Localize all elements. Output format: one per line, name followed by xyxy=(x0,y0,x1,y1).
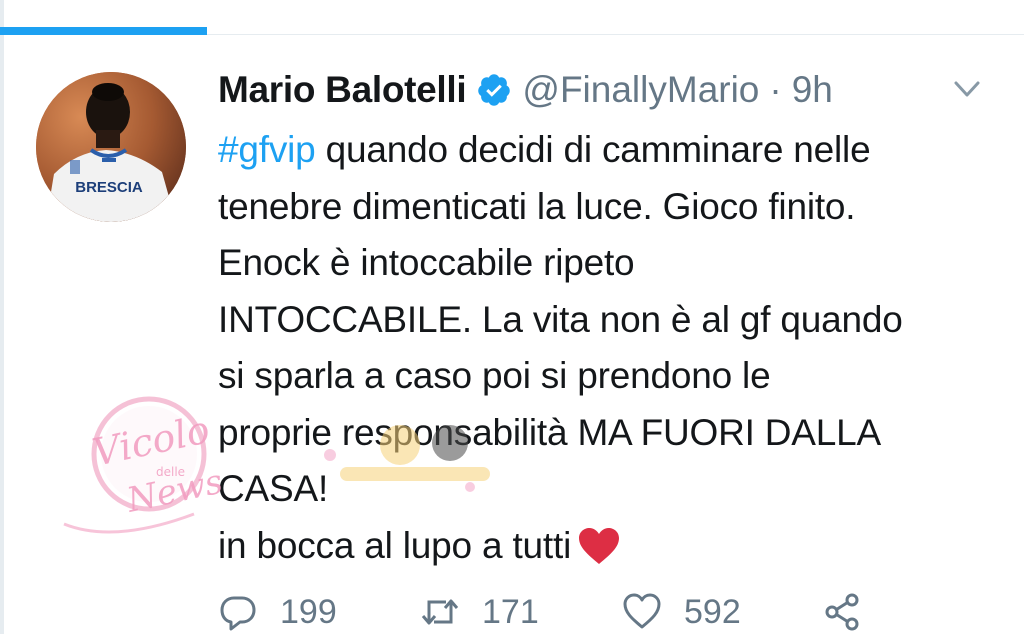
retweet-count: 171 xyxy=(482,592,539,631)
tweet-line: tenebre dimenticati la luce. Gioco finit… xyxy=(218,185,856,227)
tweet-text: #gfvip quando decidi di camminare nelle … xyxy=(218,122,1008,574)
retweet-button[interactable]: 171 xyxy=(420,590,539,634)
tweet-line-text: quando decidi di camminare nelle xyxy=(315,129,871,170)
tweet-screen: BRESCIA Mario Balotelli @FinallyMario · … xyxy=(0,0,1024,634)
watermark-line3: News xyxy=(123,462,227,521)
hashtag-link[interactable]: #gfvip xyxy=(218,129,316,170)
tweet-line: in bocca al lupo a tutti xyxy=(218,518,1008,575)
share-icon xyxy=(825,593,859,631)
tweet-header: Mario Balotelli @FinallyMario · 9h xyxy=(218,62,833,118)
like-icon xyxy=(623,593,661,629)
tweet-line: proprie responsabilità MA FUORI DALLA xyxy=(218,411,881,453)
tweet-line: INTOCCABILE. La vita non è al gf quando xyxy=(218,298,903,340)
reply-button[interactable]: 199 xyxy=(218,590,337,634)
tweet-line: CASA! xyxy=(218,468,329,509)
chevron-down-icon[interactable] xyxy=(948,70,986,108)
avatar[interactable]: BRESCIA xyxy=(36,72,186,222)
tweet-actions: 199 171 592 xyxy=(218,590,1018,634)
watermark-line1: Vicolo xyxy=(89,407,214,475)
left-edge-border xyxy=(0,0,4,634)
red-heart-emoji-icon xyxy=(577,526,621,566)
tweet-line: Enock è intoccabile ripeto xyxy=(218,242,635,283)
like-count: 592 xyxy=(684,592,741,631)
author-name[interactable]: Mario Balotelli xyxy=(218,69,467,111)
tweet-line: #gfvip quando decidi di camminare nelle xyxy=(218,122,1008,179)
watermark-logo: Vicolo delle News xyxy=(44,394,234,544)
share-button[interactable] xyxy=(822,590,862,634)
verified-badge-icon xyxy=(476,72,512,108)
avatar-image: BRESCIA xyxy=(36,72,186,222)
header-separator: · xyxy=(769,69,782,110)
reply-count: 199 xyxy=(280,592,337,631)
retweet-icon xyxy=(421,599,459,625)
like-button[interactable]: 592 xyxy=(622,590,741,634)
author-handle[interactable]: @FinallyMario xyxy=(522,69,759,111)
tweet-timestamp[interactable]: 9h xyxy=(792,69,833,111)
reply-icon xyxy=(220,596,256,631)
tweet-line-text: in bocca al lupo a tutti xyxy=(218,524,572,566)
active-tab-indicator xyxy=(0,27,207,35)
avatar-jersey-text: BRESCIA xyxy=(75,179,143,196)
tweet-line: si sparla a caso poi si prendono le xyxy=(218,355,771,396)
watermark-line2: delle xyxy=(156,465,185,479)
